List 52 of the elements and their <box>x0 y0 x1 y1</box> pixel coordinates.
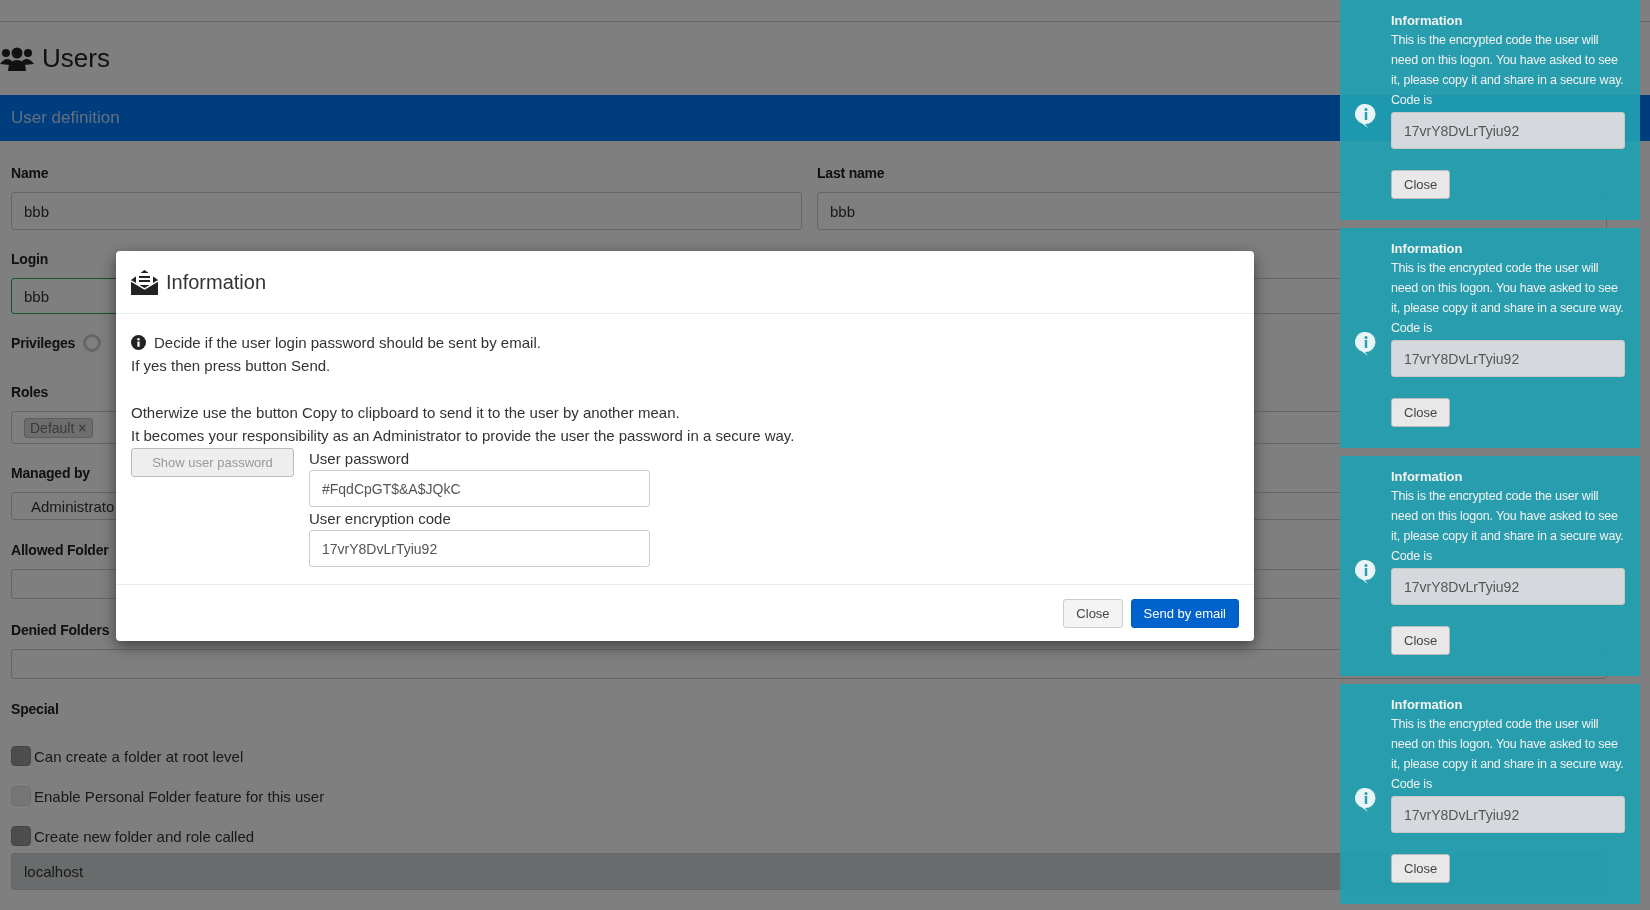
field-label: Login <box>11 250 49 269</box>
close-button[interactable]: Close <box>1063 598 1123 628</box>
toast-title: Information <box>1391 240 1464 258</box>
checkbox[interactable] <box>11 746 31 766</box>
input-field[interactable]: 17vrY8DvLrTyiu92 <box>309 530 650 567</box>
toast-message: This is the encrypted code the user will need on this logon. You have asked to see it, please copy it and share in a secure way. Code is <box>1391 488 1625 565</box>
code-field[interactable]: 17vrY8DvLrTyiu92 <box>1391 112 1625 149</box>
field-label: Allowed Folder <box>11 541 109 560</box>
close-button[interactable]: Close <box>1391 170 1451 199</box>
field-label: Managed by <box>11 464 90 483</box>
dialog-text: Otherwize use the button Copy to clipboard to send it to the user by another mean. <box>131 403 680 423</box>
field-label: Name <box>11 164 49 183</box>
dialog-text: Decide if the user login password should be sent by email. <box>154 333 541 353</box>
info-bubble-icon <box>1354 332 1377 356</box>
input-field[interactable]: #FqdCpGT$&A$JQkC <box>309 470 650 507</box>
send-button[interactable]: Send by email <box>1130 598 1239 628</box>
field-label: Privileges <box>11 335 76 351</box>
toast-message: This is the encrypted code the user will need on this logon. You have asked to see it, please copy it and share in a secure way. Code is <box>1391 260 1625 337</box>
dialog-text: If yes then press button Send. <box>131 356 331 376</box>
checkbox[interactable] <box>11 826 31 846</box>
code-field[interactable]: 17vrY8DvLrTyiu92 <box>1391 796 1625 833</box>
envelope-icon <box>131 269 158 295</box>
toast-message: This is the encrypted code the user will need on this logon. You have asked to see it, please copy it and share in a secure way. Code is <box>1391 32 1625 109</box>
close-button[interactable]: Close <box>1391 398 1451 427</box>
dialog-text: It becomes your responsibility as an Administrator to provide the user the password in a secure way. <box>131 426 795 446</box>
page-title: Users <box>42 43 110 74</box>
radio-button[interactable] <box>83 334 102 352</box>
checkbox-label: Enable Personal Folder feature for this user <box>34 787 325 805</box>
toast-title: Information <box>1391 696 1464 714</box>
close-button[interactable]: Close <box>1391 854 1451 883</box>
field-label: User encryption code <box>309 509 452 529</box>
checkbox-label: Can create a folder at root level <box>34 747 244 765</box>
checkbox-label: Create new folder and role called <box>34 827 255 845</box>
info-icon <box>131 335 146 350</box>
toast-title: Information <box>1391 468 1464 486</box>
code-field[interactable]: 17vrY8DvLrTyiu92 <box>1391 340 1625 377</box>
name-field[interactable]: bbb <box>11 192 802 230</box>
field-label: Roles <box>11 383 49 402</box>
section-title: User definition <box>11 108 120 128</box>
field-label: Denied Folders <box>11 621 110 640</box>
field-label: Special <box>11 700 59 719</box>
info-bubble-icon <box>1354 560 1377 584</box>
toast-message: This is the encrypted code the user will need on this logon. You have asked to see it, please copy it and share in a secure way. Code is <box>1391 716 1625 793</box>
close-button[interactable]: Close <box>1391 626 1451 655</box>
code-field[interactable]: 17vrY8DvLrTyiu92 <box>1391 568 1625 605</box>
info-bubble-icon <box>1354 788 1377 812</box>
field-label: User password <box>309 449 411 469</box>
field-label: Last name <box>817 164 885 183</box>
toast-title: Information <box>1391 12 1464 30</box>
users-icon <box>0 46 34 71</box>
dialog-title: Information <box>166 270 267 294</box>
info-bubble-icon <box>1354 104 1377 128</box>
